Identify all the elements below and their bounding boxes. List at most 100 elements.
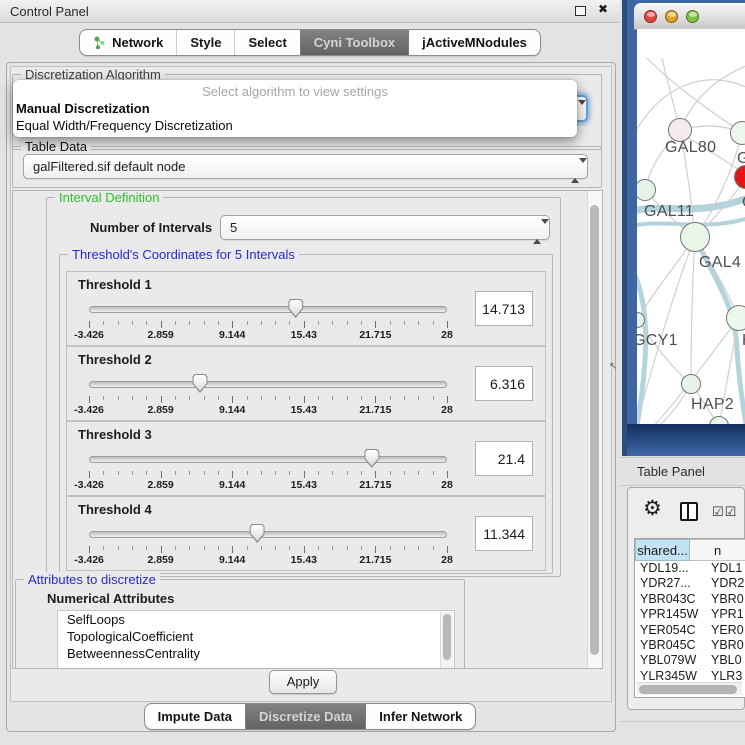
table-cell[interactable]: YBL0 — [704, 653, 742, 668]
settings-scrollbar-thumb[interactable] — [590, 205, 599, 655]
table-cell[interactable]: YBR045C — [635, 638, 704, 653]
slider-scale-label: 28 — [441, 479, 453, 491]
threshold-slider[interactable]: -3.4262.8599.14415.4321.71528 — [89, 373, 447, 417]
list-scrollbar-thumb[interactable] — [443, 614, 451, 660]
table-row[interactable]: YBR043CYBR0 — [635, 592, 745, 607]
dropdown-option-equal-width-frequency[interactable]: Equal Width/Frequency Discretization — [13, 118, 577, 135]
table-data-combobox[interactable]: galFiltered.sif default node — [23, 154, 588, 179]
slider-tick — [118, 471, 119, 475]
table-hscrollbar[interactable] — [637, 682, 742, 695]
tab-network[interactable]: Network — [80, 30, 176, 55]
threshold-label: Threshold 4 — [78, 502, 152, 517]
table-cell[interactable]: YPR1 — [704, 607, 744, 622]
slider-track[interactable] — [89, 306, 447, 313]
bottom-tab-row: Impute Data Discretize Data Infer Networ… — [0, 703, 620, 730]
slider-tick — [189, 321, 190, 325]
threshold-slider[interactable]: -3.4262.8599.14415.4321.71528 — [89, 523, 447, 567]
table-header-shared[interactable]: shared... — [635, 539, 690, 561]
float-window-icon[interactable] — [575, 6, 586, 16]
traffic-light-zoom-icon[interactable] — [686, 10, 699, 23]
table-cell[interactable]: YDR27... — [635, 576, 704, 591]
threshold-value-field[interactable]: 11.344 — [475, 516, 533, 551]
threshold-slider[interactable]: -3.4262.8599.14415.4321.71528 — [89, 298, 447, 342]
table-header-name[interactable]: n — [690, 539, 745, 561]
gear-icon[interactable]: ⚙ — [643, 499, 662, 519]
attribute-list-item[interactable]: SelfLoops — [58, 611, 454, 628]
table-hscrollbar-thumb[interactable] — [639, 685, 737, 694]
threshold-slider-thumb[interactable] — [288, 299, 303, 318]
traffic-light-close-icon[interactable] — [644, 10, 657, 23]
table-body: YDL19...YDL1YDR27...YDR2YBR043CYBR0YPR14… — [635, 561, 745, 698]
list-scrollbar[interactable] — [440, 612, 453, 669]
slider-tick — [418, 546, 419, 550]
network-tab-icon — [93, 36, 106, 50]
number-of-intervals-combobox[interactable]: 5 — [220, 215, 550, 240]
tab-cyni-toolbox[interactable]: Cyni Toolbox — [300, 30, 408, 55]
table-cell[interactable]: YBR0 — [704, 592, 744, 607]
network-window-titlebar[interactable] — [634, 3, 745, 30]
table-row[interactable]: YER054CYER0 — [635, 623, 745, 638]
slider-track[interactable] — [89, 531, 447, 538]
threshold-slider-thumb[interactable] — [250, 524, 265, 543]
traffic-light-minimize-icon[interactable] — [665, 10, 678, 23]
close-icon[interactable]: ✖ — [598, 2, 608, 16]
numerical-attributes-label: Numerical Attributes — [47, 591, 174, 606]
threshold-value-field[interactable]: 14.713 — [475, 291, 533, 326]
thresholds-group-title: Threshold's Coordinates for 5 Intervals — [68, 247, 299, 262]
network-node-label: GAL80 — [665, 139, 716, 157]
threshold-slider-thumb[interactable] — [192, 374, 207, 393]
slider-track[interactable] — [89, 456, 447, 463]
settings-scrollbar[interactable] — [587, 191, 602, 668]
slider-tick — [404, 321, 405, 325]
slider-tick — [189, 546, 190, 550]
table-row[interactable]: YDL19...YDL1 — [635, 561, 745, 576]
columns-icon[interactable] — [680, 502, 698, 521]
table-cell[interactable]: YDL19... — [635, 561, 704, 576]
slider-tick — [347, 396, 348, 400]
slider-tick — [433, 546, 434, 550]
slider-tick — [447, 396, 448, 403]
tab-style[interactable]: Style — [176, 30, 234, 55]
tab-discretize-data[interactable]: Discretize Data — [245, 704, 365, 729]
slider-tick — [361, 396, 362, 400]
attribute-list-item[interactable]: BetweennessCentrality — [58, 645, 454, 662]
table-cell[interactable]: YDR2 — [704, 576, 744, 591]
network-canvas[interactable]: GAL80GACGAL11GAL4GCY1HHAP2 — [637, 29, 745, 424]
network-node[interactable] — [681, 374, 701, 394]
threshold-value-field[interactable]: 6.316 — [475, 366, 533, 401]
tab-infer-network[interactable]: Infer Network — [365, 704, 475, 729]
slider-tick — [318, 471, 319, 475]
table-cell[interactable]: YER054C — [635, 623, 704, 638]
table-cell[interactable]: YBL079W — [635, 653, 704, 668]
table-cell[interactable]: YBR043C — [635, 592, 704, 607]
network-node[interactable] — [726, 305, 745, 331]
threshold-slider-thumb[interactable] — [364, 449, 379, 468]
tab-impute-data[interactable]: Impute Data — [145, 704, 245, 729]
table-row[interactable]: YDR27...YDR2 — [635, 576, 745, 591]
slider-tick — [161, 471, 162, 478]
attribute-list-item[interactable]: TopologicalCoefficient — [58, 628, 454, 645]
threshold-value-field[interactable]: 21.4 — [475, 441, 533, 476]
slider-scale-label: 9.144 — [219, 554, 245, 566]
table-row[interactable]: YBL079WYBL0 — [635, 653, 745, 668]
table-cell[interactable]: YBR0 — [704, 638, 744, 653]
tab-select[interactable]: Select — [234, 30, 299, 55]
table-cell[interactable]: YDL1 — [704, 561, 742, 576]
slider-tick — [418, 396, 419, 400]
apply-button[interactable]: Apply — [269, 670, 337, 694]
slider-scale-label: -3.426 — [74, 479, 104, 491]
slider-tick — [390, 321, 391, 325]
tab-jactivemnodules[interactable]: jActiveMNodules — [408, 30, 540, 55]
dropdown-option-manual-discretization[interactable]: Manual Discretization — [13, 101, 577, 118]
checkbox-icons[interactable]: ☑☑ — [712, 504, 737, 520]
slider-tick — [232, 396, 233, 403]
interval-definition-group-title: Interval Definition — [55, 190, 163, 205]
slider-scale-label: 21.715 — [359, 479, 391, 491]
table-row[interactable]: YBR045CYBR0 — [635, 638, 745, 653]
table-row[interactable]: YPR145WYPR1 — [635, 607, 745, 622]
slider-track[interactable] — [89, 381, 447, 388]
table-cell[interactable]: YER0 — [704, 623, 744, 638]
threshold-slider[interactable]: -3.4262.8599.14415.4321.71528 — [89, 448, 447, 492]
network-node[interactable] — [680, 222, 710, 252]
table-cell[interactable]: YPR145W — [635, 607, 704, 622]
